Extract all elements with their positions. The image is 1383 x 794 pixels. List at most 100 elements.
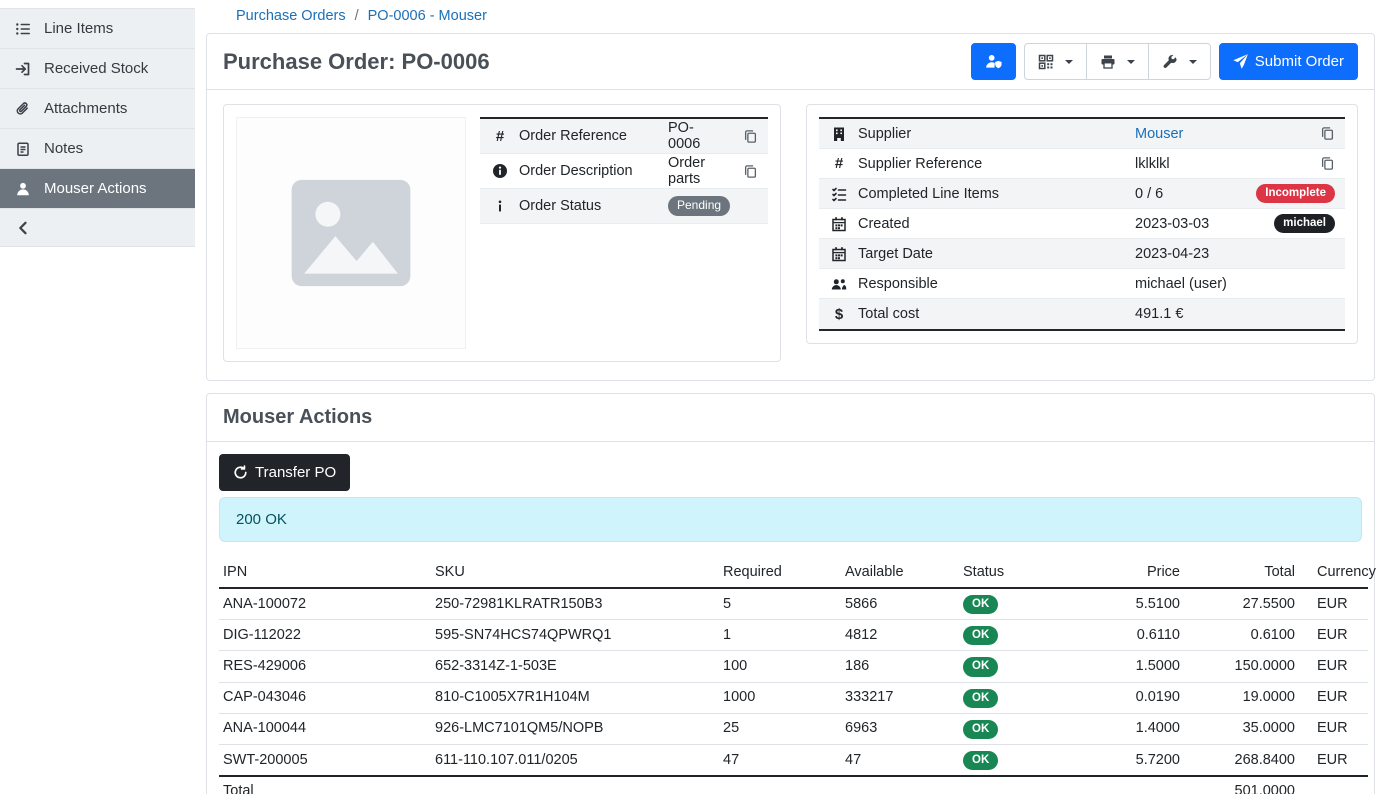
chevron-left-icon	[15, 220, 31, 236]
cell-total: 150.0000	[1184, 651, 1299, 682]
submit-order-button[interactable]: Submit Order	[1219, 43, 1358, 80]
sidebar-item-label: Received Stock	[44, 60, 148, 77]
cell-price: 0.0190	[1079, 682, 1184, 713]
sidebar-collapse-button[interactable]	[0, 209, 195, 247]
sidebar-item-line-items[interactable]: Line Items	[0, 9, 195, 49]
mouser-table-head-row: IPNSKURequiredAvailableStatusPriceTotalC…	[219, 558, 1368, 588]
hash-icon: #	[829, 155, 849, 172]
cell-available: 6963	[841, 713, 959, 744]
footer-empty-cell	[1079, 776, 1184, 794]
cell-currency: EUR	[1299, 713, 1368, 744]
cell-currency: EUR	[1299, 620, 1368, 651]
detail-value: 2023-03-03	[1135, 216, 1209, 232]
sign-in-icon	[15, 61, 31, 77]
building-icon	[829, 126, 849, 142]
cell-price: 1.4000	[1079, 713, 1184, 744]
cell-sku: 926-LMC7101QM5/NOPB	[431, 713, 719, 744]
image-icon	[276, 158, 426, 308]
footer-empty-cell	[431, 776, 719, 794]
status-alert: 200 OK	[219, 497, 1362, 542]
sidebar-item-received-stock[interactable]: Received Stock	[0, 49, 195, 89]
detail-label: Total cost	[858, 306, 1126, 322]
supplier-details-table: Supplier Mouser # Supplier Reference lklklkl…	[819, 117, 1345, 331]
table-row: CAP-043046810-C1005X7R1H104M1000333217OK…	[219, 682, 1368, 713]
caret-down-icon	[1065, 60, 1073, 64]
copy-icon[interactable]	[1320, 126, 1335, 141]
footer-empty-cell	[959, 776, 1079, 794]
wrench-icon	[1162, 54, 1178, 70]
user-shield-icon	[985, 53, 1002, 70]
copy-icon[interactable]	[1320, 156, 1335, 171]
ok-status-badge: OK	[963, 626, 998, 645]
cell-available: 47	[841, 745, 959, 777]
breadcrumb-link-purchase-orders[interactable]: Purchase Orders	[236, 8, 346, 24]
copy-icon[interactable]	[743, 164, 758, 179]
cell-currency: EUR	[1299, 588, 1368, 620]
breadcrumb-current-page[interactable]: PO-0006 - Mouser	[368, 8, 487, 24]
calendar-icon	[829, 216, 849, 232]
purchase-order-header: Purchase Order: PO-0006 Submit Order	[207, 34, 1374, 90]
detail-value: michael (user)	[1135, 276, 1227, 292]
cell-price: 0.6110	[1079, 620, 1184, 651]
supplier-details-card: Supplier Mouser # Supplier Reference lklklkl…	[806, 104, 1358, 344]
order-details-section: #Order ReferencePO-0006Order Description…	[207, 90, 1374, 380]
badge-incomplete: Incomplete	[1256, 184, 1335, 203]
table-row: RES-429006652-3314Z-1-503E100186OK1.5000…	[219, 651, 1368, 682]
detail-row-order-reference: #Order ReferencePO-0006	[480, 119, 768, 154]
cell-sku: 595-SN74HCS74QPWRQ1	[431, 620, 719, 651]
badge-michael: michael	[1274, 214, 1335, 233]
order-image-placeholder[interactable]	[236, 117, 466, 349]
send-icon	[1233, 54, 1248, 69]
mouser-table-body: ANA-100072250-72981KLRATR150B355866OK5.5…	[219, 588, 1368, 776]
user-icon	[15, 181, 31, 197]
sidebar-item-mouser-actions[interactable]: Mouser Actions	[0, 169, 195, 209]
column-header-status: Status	[959, 558, 1079, 588]
detail-label: Supplier	[858, 126, 1126, 142]
sidebar: Line Items Received Stock Attachments Notes…	[0, 0, 195, 794]
page-title: Purchase Order: PO-0006	[223, 49, 490, 75]
detail-row-target-date: Target Date2023-04-23	[819, 239, 1345, 269]
action-button-group	[1024, 43, 1211, 80]
submit-order-button-label: Submit Order	[1255, 54, 1344, 69]
copy-icon[interactable]	[743, 129, 758, 144]
caret-down-icon	[1189, 60, 1197, 64]
toolbar: Submit Order	[971, 43, 1358, 80]
sidebar-item-label: Attachments	[44, 100, 127, 117]
cell-status: OK	[959, 682, 1079, 713]
column-header-required: Required	[719, 558, 841, 588]
column-header-total: Total	[1184, 558, 1299, 588]
list-check-icon	[829, 186, 849, 202]
breadcrumb-separator: /	[355, 8, 359, 24]
breadcrumb: Purchase Orders / PO-0006 - Mouser	[206, 0, 1375, 33]
sidebar-item-notes[interactable]: Notes	[0, 129, 195, 169]
cell-required: 47	[719, 745, 841, 777]
cell-available: 4812	[841, 620, 959, 651]
sidebar-item-label: Line Items	[44, 20, 113, 37]
transfer-po-button[interactable]: Transfer PO	[219, 454, 350, 491]
supplier-link[interactable]: Mouser	[1135, 126, 1183, 142]
sidebar-item-attachments[interactable]: Attachments	[0, 89, 195, 129]
cell-status: OK	[959, 745, 1079, 777]
order-actions-menu-button[interactable]	[1148, 43, 1211, 80]
print-menu-button[interactable]	[1086, 43, 1149, 80]
user-permissions-button[interactable]	[971, 43, 1016, 80]
cell-currency: EUR	[1299, 682, 1368, 713]
cell-ipn: DIG-112022	[219, 620, 431, 651]
cell-sku: 810-C1005X7R1H104M	[431, 682, 719, 713]
cell-total: 27.5500	[1184, 588, 1299, 620]
sidebar-list: Line Items Received Stock Attachments Notes…	[0, 8, 195, 209]
barcode-menu-button[interactable]	[1024, 43, 1087, 80]
cell-total: 35.0000	[1184, 713, 1299, 744]
mouser-order-table: IPNSKURequiredAvailableStatusPriceTotalC…	[219, 558, 1368, 794]
detail-row-order-status: Order StatusPending	[480, 189, 768, 224]
panel-title: Mouser Actions	[223, 406, 1358, 429]
list-icon	[15, 21, 31, 37]
detail-value: lklklkl	[1135, 156, 1170, 172]
mouser-actions-panel: Mouser Actions Transfer PO 200 OK IPNSKU…	[206, 393, 1375, 794]
cell-total: 19.0000	[1184, 682, 1299, 713]
detail-label: Supplier Reference	[858, 156, 1126, 172]
detail-row-responsible: Responsiblemichael (user)	[819, 269, 1345, 299]
calendar-icon	[829, 246, 849, 262]
ok-status-badge: OK	[963, 689, 998, 708]
cell-total: 268.8400	[1184, 745, 1299, 777]
